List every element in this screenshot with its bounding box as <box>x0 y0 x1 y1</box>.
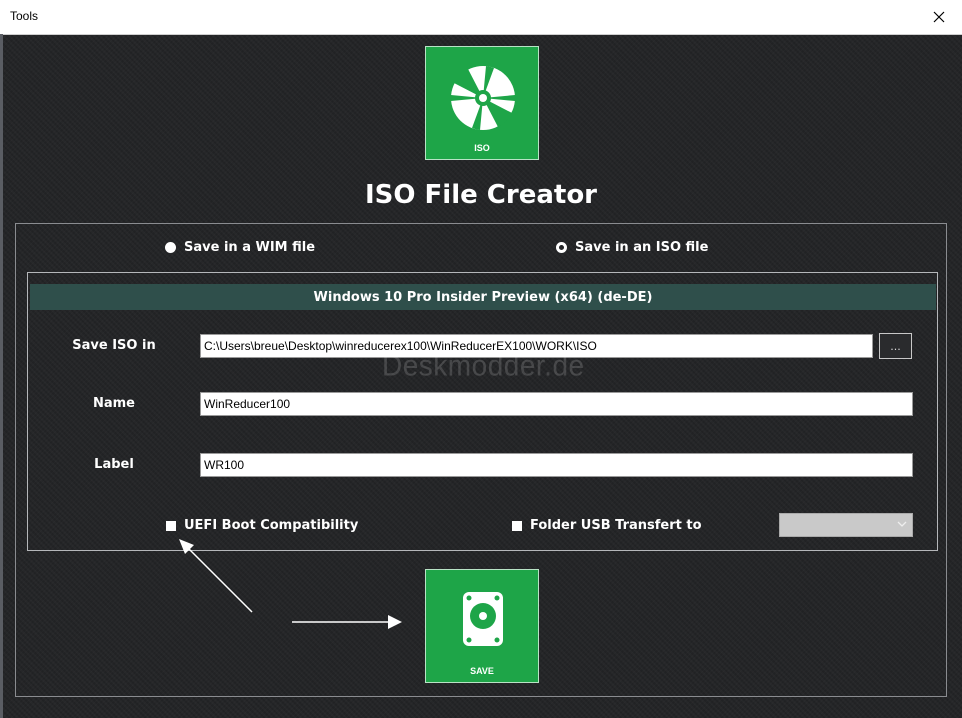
save-wim-label: Save in a WIM file <box>184 240 316 255</box>
save-iso-in-label: Save ISO in <box>72 338 156 353</box>
save-iso-radio[interactable]: Save in an ISO file <box>556 240 708 255</box>
browse-button[interactable]: ... <box>879 333 912 359</box>
disc-icon <box>450 66 516 130</box>
iso-tile-label: ISO <box>474 143 490 153</box>
page-title: ISO File Creator <box>364 180 598 210</box>
uefi-boot-checkbox[interactable]: UEFI Boot Compatibility <box>166 518 358 533</box>
radio-dot <box>556 242 567 253</box>
edition-header: Windows 10 Pro Insider Preview (x64) (de… <box>30 284 936 310</box>
save-iso-label: Save in an ISO file <box>575 240 709 255</box>
usb-drive-dropdown[interactable] <box>779 513 913 537</box>
watermark: Deskmodder.de <box>382 349 585 382</box>
checkbox-box <box>512 520 522 531</box>
tools-window: Tools ISO ISO File Creator Save in a WIM… <box>0 0 962 718</box>
usb-transfer-label: Folder USB Transfert to <box>530 518 702 533</box>
save-wim-radio[interactable]: Save in a WIM file <box>165 240 315 255</box>
radio-dot <box>165 242 176 253</box>
chevron-down-icon <box>897 521 907 527</box>
save-button[interactable]: SAVE <box>425 569 539 683</box>
close-icon <box>933 11 945 23</box>
hard-drive-icon <box>463 592 503 646</box>
iso-tile: ISO <box>425 46 539 160</box>
iso-label-label: Label <box>94 457 134 472</box>
close-button[interactable] <box>916 0 962 34</box>
usb-transfer-checkbox[interactable]: Folder USB Transfert to <box>512 518 702 533</box>
checkbox-box <box>166 520 176 531</box>
title-bar: Tools <box>0 0 962 35</box>
name-field[interactable]: WinReducer100 <box>200 392 913 416</box>
window-left-edge <box>0 34 3 718</box>
window-title: Tools <box>10 9 39 23</box>
iso-label-field[interactable]: WR100 <box>200 453 913 477</box>
name-label: Name <box>92 396 135 411</box>
uefi-boot-label: UEFI Boot Compatibility <box>184 518 359 533</box>
save-tile-label: SAVE <box>470 666 494 676</box>
